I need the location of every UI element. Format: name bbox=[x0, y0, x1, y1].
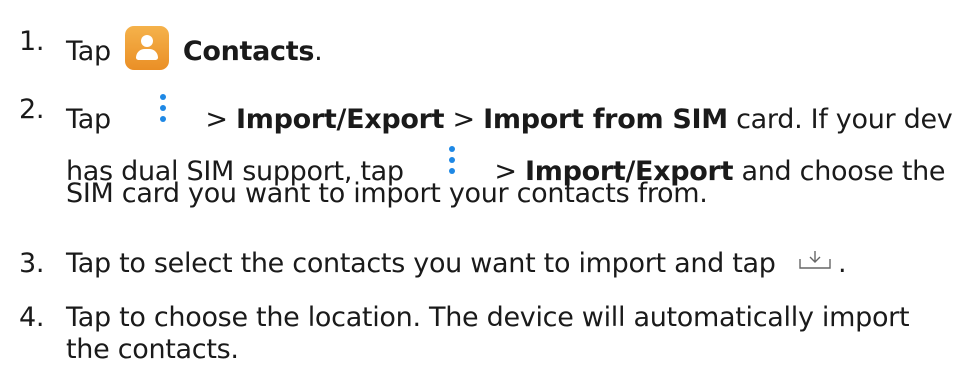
step-number: 2. bbox=[19, 94, 45, 125]
separator: > bbox=[205, 104, 228, 135]
step-text: Tap to select the contacts you want to i… bbox=[66, 248, 776, 279]
step-line: the contacts. bbox=[66, 334, 239, 365]
overflow-menu-icon bbox=[159, 94, 167, 122]
step-text: . bbox=[314, 36, 323, 67]
overflow-menu-icon bbox=[448, 146, 456, 174]
step-number: 3. bbox=[19, 248, 45, 279]
step-text: and choose the bbox=[741, 156, 946, 187]
contacts-label: Contacts bbox=[182, 36, 315, 67]
step-line: Tap > Import/Export > Import from SIM ca… bbox=[66, 94, 953, 135]
import-from-sim-label: Import from SIM bbox=[483, 104, 728, 135]
step-text: Tap bbox=[66, 36, 111, 67]
step-line: Tap to select the contacts you want to i… bbox=[66, 248, 847, 279]
step-line: SIM card you want to import your contact… bbox=[66, 178, 708, 209]
step-number: 1. bbox=[19, 26, 45, 57]
separator: > bbox=[452, 104, 476, 135]
step-line: Tap Contacts. bbox=[66, 26, 323, 70]
step-number: 4. bbox=[19, 302, 45, 333]
step-line: Tap to choose the location. The device w… bbox=[66, 302, 910, 333]
import-tray-icon bbox=[799, 251, 831, 269]
step-text: . bbox=[837, 248, 847, 279]
contacts-app-icon bbox=[124, 26, 169, 70]
step-text: Tap bbox=[66, 104, 111, 135]
step-text: card. If your device bbox=[736, 104, 953, 135]
import-export-label: Import/Export bbox=[236, 104, 445, 135]
